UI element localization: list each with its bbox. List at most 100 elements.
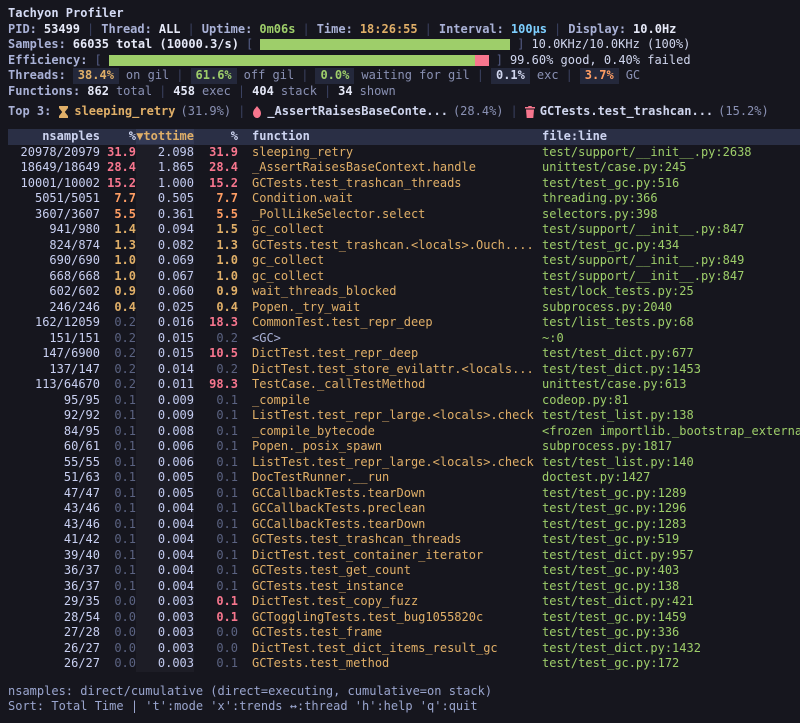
cell-pct-cumulative: 31.9	[194, 145, 238, 161]
top3-item[interactable]: GCTests.test_trashcan...(15.2%)	[525, 104, 769, 120]
pid-value: 53499	[44, 22, 80, 38]
cell-function: ListTest.test_repr_large.<locals>.check	[238, 408, 534, 424]
cell-file-line: test/lock_tests.py:25	[534, 284, 800, 300]
col-header-nsamples[interactable]: nsamples	[8, 129, 100, 145]
col-header-pct-cumulative[interactable]: %	[194, 129, 238, 145]
table-row[interactable]: 602/6020.90.0600.9wait_threads_blockedte…	[8, 284, 800, 300]
cell-file-line: codeop.py:81	[534, 393, 800, 409]
table-row[interactable]: 41/420.10.0040.1GCTests.test_trashcan_th…	[8, 532, 800, 548]
table-row[interactable]: 43/460.10.0040.1GCCallbackTests.preclean…	[8, 501, 800, 517]
table-row[interactable]: 36/370.10.0040.1GCTests.test_get_countte…	[8, 563, 800, 579]
cell-function: DictTest.test_store_evilattr.<locals...	[238, 362, 534, 378]
table-row[interactable]: 60/610.10.0060.1Popen._posix_spawnsubpro…	[8, 439, 800, 455]
table-row[interactable]: 95/950.10.0090.1_compilecodeop.py:81	[8, 393, 800, 409]
top3-item[interactable]: sleeping_retry(31.9%)	[58, 104, 231, 120]
cell-nsamples: 39/40	[8, 548, 100, 564]
tachyon-profiler-window: Tachyon Profiler PID:53499 | Thread:ALL …	[0, 0, 800, 723]
table-row[interactable]: 47/470.10.0050.1GCCallbackTests.tearDown…	[8, 486, 800, 502]
table-row[interactable]: 690/6901.00.0691.0gc_collecttest/support…	[8, 253, 800, 269]
table-row[interactable]: 137/1470.20.0140.2DictTest.test_store_ev…	[8, 362, 800, 378]
cell-pct-direct: 0.0	[100, 594, 136, 610]
table-row[interactable]: 36/370.10.0040.1GCTests.test_instancetes…	[8, 579, 800, 595]
cell-tottime: 0.069	[136, 253, 194, 269]
cell-nsamples: 668/668	[8, 269, 100, 285]
cell-pct-direct: 0.1	[100, 455, 136, 471]
table-row[interactable]: 246/2460.40.0250.4Popen._try_waitsubproc…	[8, 300, 800, 316]
cell-nsamples: 690/690	[8, 253, 100, 269]
cell-nsamples: 246/246	[8, 300, 100, 316]
cell-file-line: test/test_gc.py:1459	[534, 610, 800, 626]
separator: |	[511, 104, 518, 120]
function-stat-label: stack	[281, 84, 317, 100]
cell-tottime: 2.098	[136, 145, 194, 161]
table-row[interactable]: 147/69000.20.01510.5DictTest.test_repr_d…	[8, 346, 800, 362]
top3-percent: (31.9%)	[181, 104, 232, 120]
table-row[interactable]: 3607/36075.50.3615.5_PollLikeSelector.se…	[8, 207, 800, 223]
cell-function: GCTests.test_instance	[238, 579, 534, 595]
table-row[interactable]: 10001/1000215.21.00015.2GCTests.test_tra…	[8, 176, 800, 192]
hourglass-icon	[58, 106, 69, 118]
cell-function: DictTest.test_repr_deep	[238, 346, 534, 362]
table-row[interactable]: 5051/50517.70.5057.7Condition.waitthread…	[8, 191, 800, 207]
table-row[interactable]: 26/270.00.0030.1GCTests.test_methodtest/…	[8, 656, 800, 672]
cell-file-line: test/test_gc.py:138	[534, 579, 800, 595]
cell-nsamples: 3607/3607	[8, 207, 100, 223]
samples-label: Samples:	[8, 37, 66, 53]
interval-label: Interval:	[439, 22, 504, 38]
cell-pct-cumulative: 10.5	[194, 346, 238, 362]
cell-function: gc_collect	[238, 222, 534, 238]
cell-pct-direct: 28.4	[100, 160, 136, 176]
table-row[interactable]: 20978/2097931.92.09831.9sleeping_retryte…	[8, 145, 800, 161]
table-row[interactable]: 92/920.10.0090.1ListTest.test_repr_large…	[8, 408, 800, 424]
cell-function: Condition.wait	[238, 191, 534, 207]
col-header-tottime-sorted[interactable]: ▼tottime	[136, 129, 194, 145]
cell-pct-cumulative: 0.1	[194, 470, 238, 486]
table-row[interactable]: 43/460.10.0040.1GCCallbackTests.tearDown…	[8, 517, 800, 533]
display-value: 10.0Hz	[633, 22, 676, 38]
cell-pct-direct: 0.1	[100, 532, 136, 548]
thread-label: Thread:	[101, 22, 152, 38]
cell-nsamples: 95/95	[8, 393, 100, 409]
thread-stat-value: 3.7%	[580, 68, 619, 84]
table-row[interactable]: 55/550.10.0060.1ListTest.test_repr_large…	[8, 455, 800, 471]
cell-nsamples: 92/92	[8, 408, 100, 424]
cell-tottime: 0.004	[136, 579, 194, 595]
cell-function: Popen._posix_spawn	[238, 439, 534, 455]
cell-tottime: 0.015	[136, 346, 194, 362]
table-row[interactable]: 29/350.00.0030.1DictTest.test_copy_fuzzt…	[8, 594, 800, 610]
table-row[interactable]: 151/1510.20.0150.2<GC>~:0	[8, 331, 800, 347]
cell-file-line: test/test_gc.py:1289	[534, 486, 800, 502]
interval-value: 100μs	[511, 22, 547, 38]
table-row[interactable]: 28/540.00.0030.1GCTogglingTests.test_bug…	[8, 610, 800, 626]
table-row[interactable]: 51/630.10.0050.1DocTestRunner.__rundocte…	[8, 470, 800, 486]
col-header-pct-direct[interactable]: %	[100, 129, 136, 145]
col-header-file-line[interactable]: file:line	[534, 129, 800, 145]
cell-pct-direct: 0.2	[100, 346, 136, 362]
cell-function: GCCallbackTests.preclean	[238, 501, 534, 517]
cell-pct-direct: 0.1	[100, 424, 136, 440]
cell-pct-direct: 1.4	[100, 222, 136, 238]
cell-pct-cumulative: 5.5	[194, 207, 238, 223]
table-row[interactable]: 26/270.00.0030.0DictTest.test_dict_items…	[8, 641, 800, 657]
col-header-function[interactable]: function	[238, 129, 534, 145]
cell-file-line: ~:0	[534, 331, 800, 347]
table-row[interactable]: 27/280.00.0030.0GCTests.test_frametest/t…	[8, 625, 800, 641]
cell-tottime: 0.003	[136, 610, 194, 626]
cell-pct-cumulative: 0.1	[194, 393, 238, 409]
table-row[interactable]: 941/9801.40.0941.5gc_collecttest/support…	[8, 222, 800, 238]
top3-item[interactable]: _AssertRaisesBaseConte...(28.4%)	[252, 104, 503, 120]
table-row[interactable]: 39/400.10.0040.1DictTest.test_container_…	[8, 548, 800, 564]
cell-pct-cumulative: 0.9	[194, 284, 238, 300]
cell-function: GCTests.test_frame	[238, 625, 534, 641]
table-row[interactable]: 113/646700.20.01198.3TestCase._callTestM…	[8, 377, 800, 393]
thread-value[interactable]: ALL	[159, 22, 181, 38]
table-row[interactable]: 162/120590.20.01618.3CommonTest.test_rep…	[8, 315, 800, 331]
table-row[interactable]: 668/6681.00.0671.0gc_collecttest/support…	[8, 269, 800, 285]
table-row[interactable]: 18649/1864928.41.86528.4_AssertRaisesBas…	[8, 160, 800, 176]
cell-pct-cumulative: 0.1	[194, 579, 238, 595]
cell-tottime: 0.004	[136, 517, 194, 533]
cell-file-line: test/test_gc.py:434	[534, 238, 800, 254]
top3-function-name: GCTests.test_trashcan...	[540, 104, 713, 120]
table-row[interactable]: 824/8741.30.0821.3GCTests.test_trashcan.…	[8, 238, 800, 254]
table-row[interactable]: 84/950.10.0080.1_compile_bytecode<frozen…	[8, 424, 800, 440]
